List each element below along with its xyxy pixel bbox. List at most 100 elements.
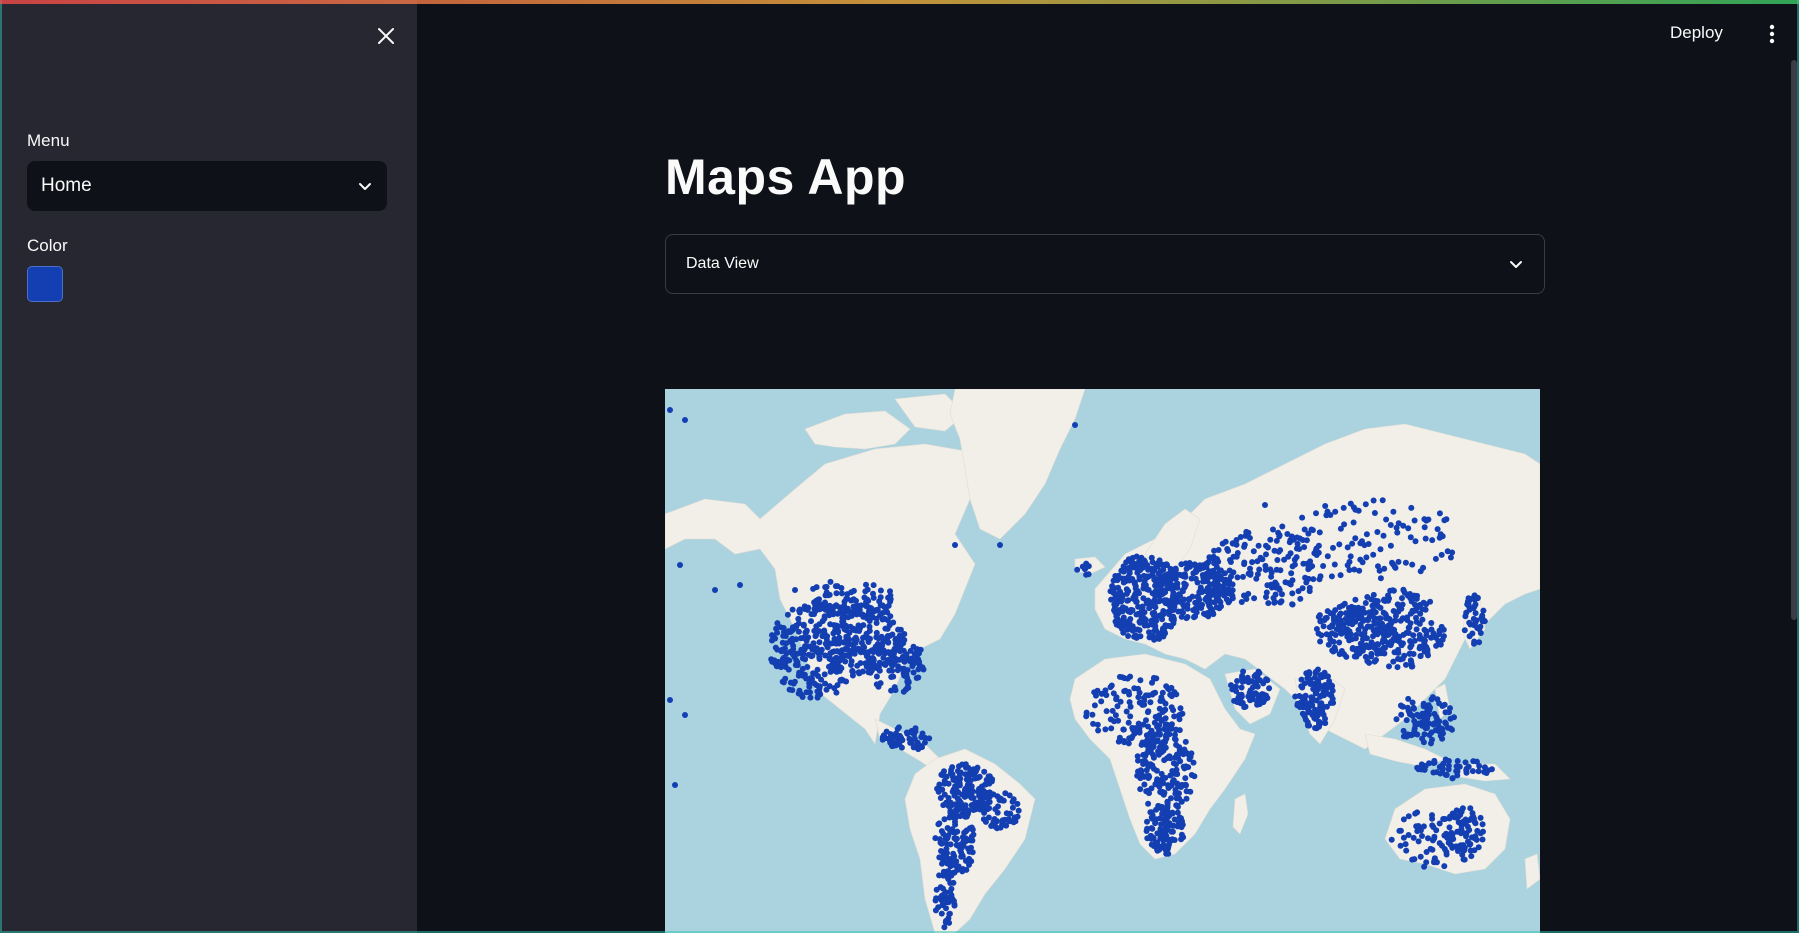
map-point — [1447, 705, 1453, 712]
map-point — [796, 607, 803, 614]
map-point — [1288, 570, 1295, 577]
map-point — [1215, 571, 1222, 578]
map-point — [856, 628, 863, 634]
map-point — [1350, 519, 1357, 526]
map-point — [1415, 838, 1422, 845]
map-point — [1330, 699, 1337, 706]
map-point — [1154, 776, 1161, 783]
map-point — [1230, 569, 1237, 576]
map-point — [1296, 535, 1303, 542]
map-point — [984, 790, 991, 797]
map-point — [943, 917, 949, 924]
map-point — [1349, 646, 1356, 652]
map-point — [1436, 510, 1443, 517]
map-point — [1445, 766, 1452, 773]
map-point — [1320, 711, 1327, 718]
map-point — [915, 666, 922, 673]
map-point — [1387, 542, 1394, 549]
data-view-expander[interactable]: Data View — [665, 234, 1545, 294]
map-point — [1370, 497, 1377, 504]
map-point — [1116, 734, 1123, 741]
map-point — [1387, 522, 1394, 528]
map-point — [1245, 570, 1252, 577]
map-point — [956, 763, 962, 770]
map-point — [1467, 847, 1474, 854]
map-point — [1416, 713, 1423, 720]
map-point — [1289, 601, 1296, 608]
map-point — [1476, 639, 1483, 646]
map-point — [865, 597, 872, 604]
map-point — [834, 583, 841, 590]
map-point — [1119, 625, 1125, 632]
map-point — [879, 642, 886, 649]
map-point — [1363, 531, 1370, 538]
map-point — [1176, 744, 1183, 751]
map-point — [1183, 782, 1189, 789]
map-point — [1159, 689, 1166, 696]
map-point — [988, 823, 995, 829]
map-point — [1123, 590, 1130, 597]
map-point — [1359, 647, 1366, 654]
map-point — [1472, 610, 1479, 617]
map-point — [836, 648, 843, 655]
map-point — [948, 885, 955, 892]
map-point — [1276, 533, 1283, 540]
map-point — [1472, 833, 1479, 840]
map-point — [1173, 766, 1180, 773]
map-point — [1145, 772, 1152, 779]
map-point — [1324, 553, 1331, 560]
map-point — [1425, 652, 1431, 659]
map-point — [1458, 807, 1465, 814]
map-canvas[interactable] — [665, 389, 1540, 933]
deploy-button[interactable]: Deploy — [1670, 18, 1723, 48]
map-point — [883, 728, 890, 735]
map-point — [1157, 568, 1164, 575]
map-point — [1442, 719, 1449, 726]
close-sidebar-button[interactable] — [372, 22, 400, 50]
map-point — [1439, 727, 1446, 734]
map-point — [1145, 732, 1152, 738]
map-point — [1144, 818, 1150, 825]
map-point — [1234, 678, 1241, 684]
map-point — [1397, 617, 1404, 624]
map-point — [952, 818, 958, 825]
map-point — [1405, 813, 1412, 820]
map-point — [1439, 636, 1446, 643]
map-point — [1241, 561, 1248, 568]
map-point — [1400, 586, 1407, 593]
map-point — [793, 622, 800, 629]
map-point — [860, 613, 867, 620]
map-point — [1398, 711, 1405, 718]
map-point — [1182, 738, 1189, 745]
map-point — [1364, 658, 1371, 664]
map-point — [883, 649, 890, 656]
map-point — [1241, 592, 1247, 599]
map-point — [966, 855, 973, 862]
map-point — [1460, 818, 1467, 825]
map-point — [1151, 674, 1157, 681]
map-point — [1337, 572, 1344, 579]
map-point — [1177, 705, 1184, 712]
map-point — [1371, 644, 1378, 651]
map-point — [1419, 735, 1426, 742]
map-point — [1112, 712, 1119, 719]
map-point — [1431, 757, 1438, 764]
map-point — [1324, 684, 1331, 691]
map-point — [789, 606, 796, 613]
map-point — [1154, 839, 1161, 846]
color-picker-swatch[interactable] — [27, 266, 63, 302]
map-point — [1453, 763, 1460, 770]
map-point — [1370, 591, 1377, 598]
map-point — [1119, 604, 1126, 611]
map-point — [1143, 692, 1149, 699]
map-point — [1156, 557, 1163, 564]
world-map[interactable] — [665, 389, 1540, 933]
main-menu-button[interactable] — [1759, 19, 1785, 49]
map-point — [1207, 598, 1214, 605]
map-point — [1454, 758, 1461, 764]
map-point — [986, 805, 993, 812]
map-point — [1109, 583, 1116, 590]
menu-select[interactable]: Home — [27, 161, 387, 211]
scrollbar[interactable] — [1791, 60, 1797, 620]
map-point — [961, 829, 968, 836]
